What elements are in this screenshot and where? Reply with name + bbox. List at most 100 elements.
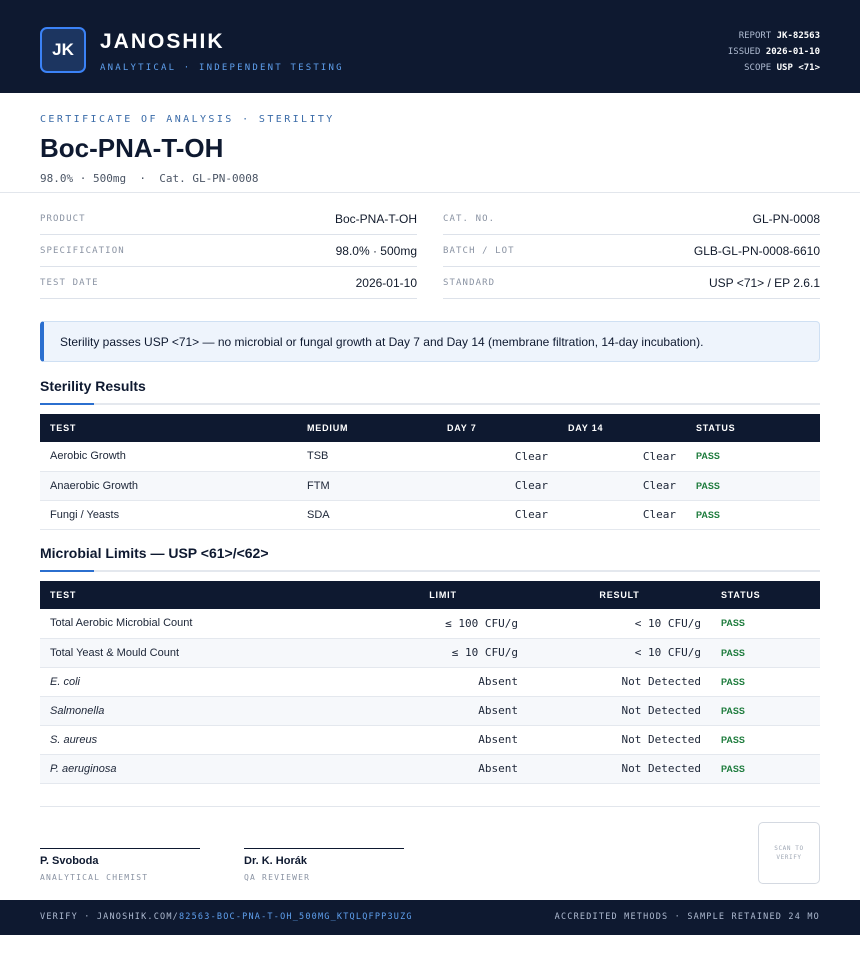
table-row: Anaerobic Growth FTM Clear Clear PASS (40, 471, 820, 501)
signatory-role: ANALYTICAL CHEMIST (40, 873, 149, 882)
limit-cell: ≤ 100 CFU/g (358, 609, 528, 639)
column-header: STATUS (711, 581, 820, 609)
column-header: TEST (40, 581, 358, 609)
column-header: DAY 14 (558, 414, 686, 442)
info-value: USP <71> / EP 2.6.1 (709, 275, 820, 290)
report-id-label: REPORT (738, 31, 772, 41)
page-subtitle: 98.0% · 500mg · Cat. GL-PN-0008 (40, 172, 259, 185)
signatory-name: Dr. K. Horák (244, 855, 307, 867)
page-title: Boc-PNA-T-OH (40, 133, 224, 163)
column-header: RESULT (528, 581, 711, 609)
section-rule-accent (40, 570, 94, 572)
table-row: Total Aerobic Microbial Count ≤ 100 CFU/… (40, 609, 820, 639)
status-badge: PASS (686, 500, 820, 530)
test-cell: P. aeruginosa (40, 754, 358, 784)
result-cell: < 10 CFU/g (528, 609, 711, 639)
report-id-line: REPORT JK-82563 (728, 28, 820, 44)
limit-cell: ≤ 10 CFU/g (358, 638, 528, 668)
info-value: 98.0% · 500mg (335, 243, 417, 258)
test-cell: Fungi / Yeasts (40, 500, 297, 530)
column-header: MEDIUM (297, 414, 437, 442)
info-label: STANDARD (443, 277, 496, 288)
info-label: TEST DATE (40, 277, 99, 288)
verify-prefix: VERIFY · JANOSHIK.COM/ (40, 912, 179, 922)
report-id-value: JK-82563 (776, 31, 820, 41)
report-meta: REPORT JK-82563 ISSUED 2026-01-10 SCOPE … (728, 28, 820, 76)
footer-note: ACCREDITED METHODS · SAMPLE RETAINED 24 … (554, 912, 820, 922)
scope-label: SCOPE (744, 63, 772, 73)
microbial-section-title: Microbial Limits — USP <61>/<62> (40, 545, 269, 561)
info-row-batch-lot: BATCH / LOT GLB-GL-PN-0008-6610 (443, 235, 820, 267)
sterility-section-title: Sterility Results (40, 378, 146, 394)
medium-cell: FTM (297, 471, 437, 501)
signature-line (244, 848, 404, 849)
signatory-role: QA REVIEWER (244, 873, 311, 882)
signature-line (40, 848, 200, 849)
verify-qr-code[interactable]: SCAN TO VERIFY (758, 822, 820, 884)
day14-cell: Clear (558, 442, 686, 472)
limit-cell: Absent (358, 667, 528, 697)
test-cell: Total Yeast & Mould Count (40, 638, 358, 668)
limit-cell: Absent (358, 696, 528, 726)
test-cell: Total Aerobic Microbial Count (40, 609, 358, 639)
status-badge: PASS (686, 442, 820, 472)
issued-value: 2026-01-10 (765, 47, 820, 57)
document-eyebrow: CERTIFICATE OF ANALYSIS · STERILITY (40, 114, 335, 125)
signature-divider (40, 806, 820, 807)
status-badge: PASS (711, 638, 820, 668)
scope-value: USP <71> (776, 63, 820, 73)
day14-cell: Clear (558, 500, 686, 530)
qr-placeholder-text: SCAN TO VERIFY (774, 845, 804, 861)
table-row: S. aureus Absent Not Detected PASS (40, 725, 820, 755)
column-header: STATUS (686, 414, 820, 442)
test-cell: S. aureus (40, 725, 358, 755)
column-header: LIMIT (358, 581, 528, 609)
title-divider (0, 192, 860, 193)
test-cell: E. coli (40, 667, 358, 697)
info-row-product: PRODUCT Boc-PNA-T-OH (40, 203, 417, 235)
result-cell: < 10 CFU/g (528, 638, 711, 668)
day14-cell: Clear (558, 471, 686, 501)
sterility-section-rule (40, 403, 820, 405)
table-row: Salmonella Absent Not Detected PASS (40, 696, 820, 726)
logo-initials: JK (52, 40, 74, 59)
column-header: DAY 7 (437, 414, 558, 442)
test-cell: Aerobic Growth (40, 442, 297, 472)
table-row: Total Yeast & Mould Count ≤ 10 CFU/g < 1… (40, 638, 820, 668)
medium-cell: TSB (297, 442, 437, 472)
result-cell: Not Detected (528, 696, 711, 726)
test-cell: Anaerobic Growth (40, 471, 297, 501)
info-row-test-date: TEST DATE 2026-01-10 (40, 267, 417, 299)
signatory-name: P. Svoboda (40, 855, 99, 867)
info-value: GLB-GL-PN-0008-6610 (693, 243, 820, 258)
report-header: JK JANOSHIK ANALYTICAL · INDEPENDENT TES… (0, 0, 860, 93)
limit-cell: Absent (358, 725, 528, 755)
limit-cell: Absent (358, 754, 528, 784)
table-row: E. coli Absent Not Detected PASS (40, 667, 820, 697)
table-header-row: TEST MEDIUM DAY 7 DAY 14 STATUS (40, 414, 820, 442)
medium-cell: SDA (297, 500, 437, 530)
sterility-table: TEST MEDIUM DAY 7 DAY 14 STATUS Aerobic … (40, 414, 820, 530)
table-row: Aerobic Growth TSB Clear Clear PASS (40, 442, 820, 472)
status-badge: PASS (686, 471, 820, 501)
verify-link[interactable]: 82563-BOC-PNA-T-OH_500MG_KTQLQFPP3UZG (179, 912, 413, 922)
info-row-standard: STANDARD USP <71> / EP 2.6.1 (443, 267, 820, 299)
result-cell: Not Detected (528, 725, 711, 755)
status-badge: PASS (711, 754, 820, 784)
brand-tagline: ANALYTICAL · INDEPENDENT TESTING (100, 63, 344, 73)
day7-cell: Clear (437, 500, 558, 530)
info-value: Boc-PNA-T-OH (334, 211, 417, 226)
status-badge: PASS (711, 667, 820, 697)
test-cell: Salmonella (40, 696, 358, 726)
status-badge: PASS (711, 725, 820, 755)
info-value: GL-PN-0008 (752, 211, 820, 226)
info-row-specification: SPECIFICATION 98.0% · 500mg (40, 235, 417, 267)
result-summary-callout: Sterility passes USP <71> — no microbial… (40, 321, 820, 362)
verify-line: VERIFY · JANOSHIK.COM/82563-BOC-PNA-T-OH… (40, 912, 413, 922)
day7-cell: Clear (437, 442, 558, 472)
info-grid-right: CAT. NO. GL-PN-0008 BATCH / LOT GLB-GL-P… (443, 203, 820, 299)
table-row: Fungi / Yeasts SDA Clear Clear PASS (40, 500, 820, 530)
status-badge: PASS (711, 696, 820, 726)
status-badge: PASS (711, 609, 820, 639)
info-row-cat-no: CAT. NO. GL-PN-0008 (443, 203, 820, 235)
